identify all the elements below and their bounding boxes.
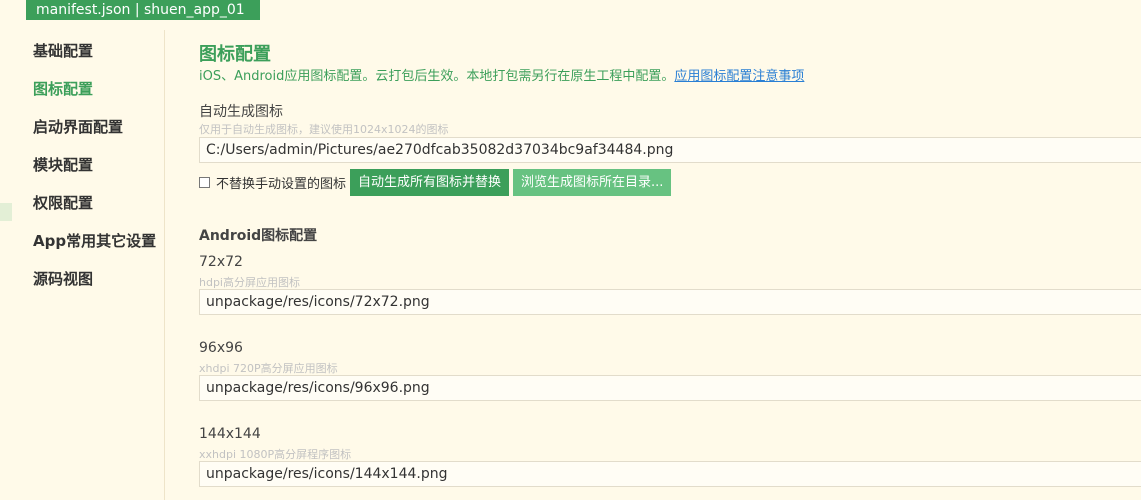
sidebar: 基础配置 图标配置 启动界面配置 模块配置 权限配置 App常用其它设置 源码视… [20,30,165,500]
sidebar-item-source[interactable]: 源码视图 [33,268,93,289]
sidebar-item-app-other[interactable]: App常用其它设置 [33,230,156,251]
android-section-heading: Android图标配置 [199,228,318,244]
icon-144-path-input[interactable]: unpackage/res/icons/144x144.png [199,461,1141,487]
sidebar-item-permissions[interactable]: 权限配置 [33,192,93,213]
icon-hint: xhdpi 720P高分屏应用图标 [199,362,338,375]
sidebar-item-icons[interactable]: 图标配置 [33,78,93,99]
page-title: 图标配置 [199,44,271,65]
icon-size-label: 72x72 [199,254,243,270]
icon-96-path-input[interactable]: unpackage/res/icons/96x96.png [199,375,1141,401]
icon-hint: xxhdpi 1080P高分屏程序图标 [199,448,352,461]
no-replace-label: 不替换手动设置的图标 [216,176,347,192]
main-panel: 图标配置 iOS、Android应用图标配置。云打包后生效。本地打包需另行在原生… [199,0,1141,500]
icon-72-path-input[interactable]: unpackage/res/icons/72x72.png [199,289,1141,315]
icon-size-label: 144x144 [199,426,261,442]
auto-generate-hint: 仅用于自动生成图标，建议使用1024x1024的图标 [199,123,449,136]
sidebar-item-modules[interactable]: 模块配置 [33,154,93,175]
browse-folder-button[interactable]: 浏览生成图标所在目录... [513,168,672,196]
checkbox-row: 不替换手动设置的图标 自动生成所有图标并替换 浏览生成图标所在目录... [199,168,672,196]
generate-icons-button[interactable]: 自动生成所有图标并替换 [350,168,510,196]
auto-generate-label: 自动生成图标 [199,104,283,120]
auto-generate-path-input[interactable]: C:/Users/admin/Pictures/ae270dfcab35082d… [199,137,1141,163]
no-replace-checkbox[interactable] [199,176,210,188]
icon-size-label: 96x96 [199,340,243,356]
sidebar-item-splash[interactable]: 启动界面配置 [33,116,123,137]
doc-link[interactable]: 应用图标配置注意事项 [674,69,804,84]
sidebar-item-basic[interactable]: 基础配置 [33,40,93,61]
page-description: iOS、Android应用图标配置。云打包后生效。本地打包需另行在原生工程中配置… [199,65,804,84]
icon-hint: hdpi高分屏应用图标 [199,276,300,289]
description-text: iOS、Android应用图标配置。云打包后生效。本地打包需另行在原生工程中配置… [199,69,675,84]
left-edge-marker [0,203,12,221]
